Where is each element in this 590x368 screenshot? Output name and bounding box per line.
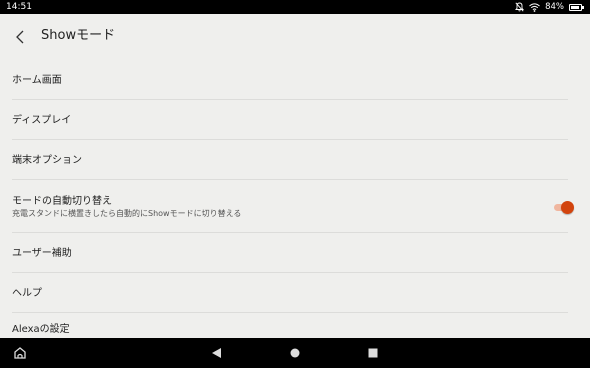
settings-item-home-screen[interactable]: ホーム画面	[12, 60, 568, 100]
settings-item-accessibility[interactable]: ユーザー補助	[12, 233, 568, 273]
back-triangle-icon[interactable]	[205, 338, 229, 368]
status-icons: 84%	[515, 0, 584, 14]
settings-item-label: ユーザー補助	[12, 248, 72, 259]
settings-item-label: 端末オプション	[12, 155, 82, 166]
settings-item-description: 充電スタンドに横置きしたら自動的にShowモードに切り替える	[12, 209, 242, 218]
home-circle-icon[interactable]	[283, 338, 307, 368]
page-title: Showモード	[41, 28, 116, 43]
alexa-home-icon[interactable]	[8, 338, 32, 368]
settings-item-auto-mode-switch[interactable]: モードの自動切り替え 充電スタンドに横置きしたら自動的にShowモードに切り替え…	[12, 180, 574, 233]
notifications-off-icon	[515, 2, 525, 12]
recents-square-icon[interactable]	[361, 338, 385, 368]
status-time: 14:51	[6, 2, 32, 12]
settings-item-label: ディスプレイ	[12, 115, 72, 126]
settings-list: ホーム画面 ディスプレイ 端末オプション モードの自動切り替え 充電スタンドに横…	[12, 60, 574, 353]
battery-icon	[569, 3, 584, 11]
auto-switch-toggle[interactable]	[552, 201, 574, 215]
status-bar: 14:51 84%	[0, 0, 590, 14]
battery-percent: 84%	[545, 2, 564, 12]
settings-item-label: ヘルプ	[12, 288, 42, 299]
header: Showモード	[0, 14, 590, 58]
navigation-bar	[0, 338, 590, 368]
settings-item-help[interactable]: ヘルプ	[12, 273, 568, 313]
settings-item-label: モードの自動切り替え	[12, 196, 112, 207]
settings-item-device-options[interactable]: 端末オプション	[12, 140, 568, 180]
settings-item-label: Alexaの設定	[12, 324, 70, 335]
back-arrow-icon[interactable]	[10, 26, 32, 48]
settings-item-label: ホーム画面	[12, 75, 62, 86]
wifi-icon	[529, 2, 540, 12]
toggle-thumb	[561, 201, 574, 214]
battery-level	[571, 5, 579, 9]
settings-item-display[interactable]: ディスプレイ	[12, 100, 568, 140]
